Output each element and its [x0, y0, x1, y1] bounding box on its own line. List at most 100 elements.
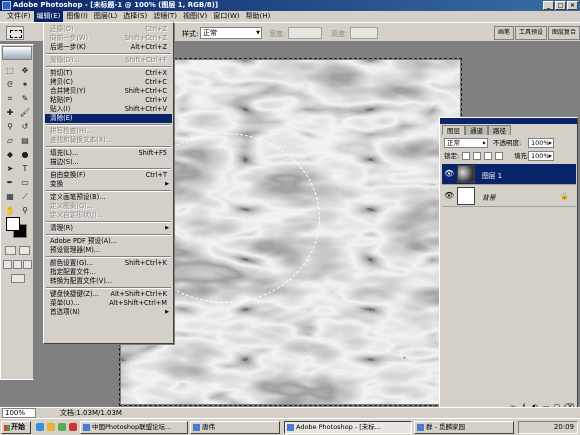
edit-menu-item[interactable]: 键盘快捷键(Z)... Alt+Shift+Ctrl+K	[45, 290, 172, 299]
layers-palette-titlebar[interactable]	[440, 118, 577, 124]
quicklaunch-desktop-icon[interactable]	[58, 423, 66, 431]
tool-preset-picker[interactable]	[6, 26, 24, 40]
menu-help[interactable]: 帮助(H)	[243, 11, 274, 22]
eye-icon[interactable]: 👁	[444, 191, 454, 200]
edit-menu-item[interactable]: 变换 ▶	[45, 180, 172, 189]
menu-window[interactable]: 窗口(W)	[210, 11, 242, 22]
edit-menu-item[interactable]: 合并拷贝(Y) Shift+Ctrl+C	[45, 87, 172, 96]
document-info[interactable]: 文档:1.03M/1.03M	[60, 408, 122, 418]
menu-edit[interactable]: 编辑(E)	[33, 11, 64, 22]
quick-mask-mode-button[interactable]	[19, 246, 30, 255]
maximize-button[interactable]: □	[555, 1, 566, 10]
jump-to-imageready-button[interactable]	[11, 274, 25, 283]
edit-menu-item[interactable]: 定义画笔预设(B)...	[45, 193, 172, 202]
menu-select[interactable]: 选择(S)	[120, 11, 150, 22]
path-selection-tool-icon[interactable]: ➤	[3, 163, 17, 175]
lasso-tool-icon[interactable]: ᘓ	[3, 79, 17, 91]
close-button[interactable]: ×	[567, 1, 578, 10]
task-tangwei[interactable]: 唐伟	[190, 421, 280, 434]
menu-layer[interactable]: 图层(L)	[91, 11, 120, 22]
edit-menu-item[interactable]: Adobe PDF 预设(A)...	[45, 237, 172, 246]
palette-tab-brushes[interactable]: 画笔	[493, 26, 514, 40]
eyedropper-tool-icon[interactable]: ⟋	[18, 191, 32, 203]
lock-image-checkbox[interactable]	[473, 152, 481, 160]
edit-menu-item[interactable]: 颜色设置(G)... Shift+Ctrl+K	[45, 259, 172, 268]
pen-tool-icon[interactable]: ✒	[3, 177, 17, 189]
task-forum-browser[interactable]: 中国Photoshop联盟论坛...	[80, 421, 188, 434]
blur-tool-icon[interactable]: ◆	[3, 149, 17, 161]
edit-menu-item[interactable]: 粘贴(P) Ctrl+V	[45, 96, 172, 105]
edit-menu-item[interactable]: 菜单(U)... Alt+Shift+Ctrl+M	[45, 299, 172, 308]
edit-menu-item[interactable]: 剪切(T) Ctrl+X	[45, 69, 172, 78]
menu-view[interactable]: 视图(V)	[180, 11, 210, 22]
slice-tool-icon[interactable]: ✎	[18, 93, 32, 105]
notes-tool-icon[interactable]: ▦	[3, 191, 17, 203]
edit-menu-item[interactable]: 预设管理器(M)...	[45, 246, 172, 255]
edit-menu-item[interactable]: 首选项(N) ▶	[45, 308, 172, 317]
tab-paths[interactable]: 路径	[488, 125, 511, 135]
standard-mode-button[interactable]	[5, 246, 16, 255]
tab-layers[interactable]: 图层	[442, 125, 465, 135]
marquee-tool-icon[interactable]: ⬚	[3, 65, 17, 77]
minimize-button[interactable]: _	[543, 1, 554, 10]
dodge-tool-icon[interactable]: ●	[18, 149, 32, 161]
task-qq-group[interactable]: 群 - 觅麟家园	[414, 421, 514, 434]
shape-tool-icon[interactable]: ▭	[18, 177, 32, 189]
edit-menu-item[interactable]: 指定配置文件...	[45, 268, 172, 277]
hand-tool-icon[interactable]: ✋	[3, 205, 17, 217]
edit-menu-item[interactable]: 填充(L)... Shift+F5	[45, 149, 172, 158]
quicklaunch-app-icon[interactable]	[69, 423, 77, 431]
quicklaunch-ie-icon[interactable]	[36, 423, 44, 431]
healing-brush-tool-icon[interactable]: ✚	[3, 107, 17, 119]
clock[interactable]: 20:09	[554, 423, 574, 431]
crop-tool-icon[interactable]: ⌗	[3, 93, 17, 105]
move-tool-icon[interactable]: ✥	[18, 65, 32, 77]
screen-mode-standard-button[interactable]	[3, 260, 12, 269]
edit-menu-item[interactable]: 后退一步(K) Alt+Ctrl+Z	[45, 43, 172, 52]
edit-menu-item[interactable]: 拷贝(C) Ctrl+C	[45, 78, 172, 87]
edit-menu-item[interactable]: 转换为配置文件(V)...	[45, 277, 172, 286]
photoshop-app-icon[interactable]	[2, 1, 11, 10]
edit-menu-item[interactable]: 描边(S)...	[45, 158, 172, 167]
layer-name[interactable]: 背景	[482, 192, 496, 202]
menu-image[interactable]: 图像(I)	[63, 11, 91, 22]
start-button[interactable]: 开始	[1, 421, 31, 434]
eraser-tool-icon[interactable]: ▱	[3, 135, 17, 147]
layer-row-background[interactable]: 👁 背景 🔒	[442, 186, 576, 207]
gradient-tool-icon[interactable]: ▤	[18, 135, 32, 147]
layer-name[interactable]: 图层 1	[482, 170, 502, 180]
eye-icon[interactable]: 👁	[444, 169, 454, 178]
edit-menu-item[interactable]: 贴入(I) Shift+Ctrl+V	[45, 105, 172, 114]
zoom-tool-icon[interactable]: ⚲	[18, 205, 32, 217]
tab-channels[interactable]: 通道	[465, 125, 488, 135]
menu-filter[interactable]: 滤镜(T)	[150, 11, 180, 22]
height-input[interactable]	[350, 27, 378, 39]
magic-wand-tool-icon[interactable]: ✶	[18, 79, 32, 91]
foreground-color-swatch[interactable]	[6, 217, 20, 231]
fill-input[interactable]: 100%	[528, 151, 554, 161]
edit-menu-item[interactable]: 自由变换(F) Ctrl+T	[45, 171, 172, 180]
edit-menu-item[interactable]: 清理(R) ▶	[45, 224, 172, 233]
palette-tab-tool-presets[interactable]: 工具预设	[514, 26, 547, 40]
task-photoshop[interactable]: Adobe Photoshop - [未标...	[284, 421, 412, 434]
blend-mode-select[interactable]: 正常	[444, 138, 488, 148]
edit-menu-item[interactable]: 清除(E)	[45, 114, 172, 123]
style-select[interactable]: 正常	[200, 27, 262, 39]
brush-tool-icon[interactable]: 🖌	[18, 107, 32, 119]
zoom-level-field[interactable]: 100%	[2, 408, 36, 418]
lock-transparency-checkbox[interactable]	[462, 152, 470, 160]
palette-tab-layer-comps[interactable]: 图层复合	[547, 26, 580, 40]
adobe-online-icon[interactable]	[2, 46, 32, 60]
screen-mode-full-menu-button[interactable]	[13, 260, 22, 269]
history-brush-tool-icon[interactable]: ↺	[18, 121, 32, 133]
clone-stamp-tool-icon[interactable]: ⚲	[3, 121, 17, 133]
lock-position-checkbox[interactable]	[484, 152, 492, 160]
opacity-input[interactable]: 100%	[528, 138, 554, 148]
quicklaunch-folder-icon[interactable]	[47, 423, 55, 431]
type-tool-icon[interactable]: T	[18, 163, 32, 175]
lock-all-checkbox[interactable]	[495, 152, 503, 160]
width-input[interactable]	[288, 27, 322, 39]
screen-mode-full-button[interactable]	[23, 260, 32, 269]
menu-file[interactable]: 文件(F)	[4, 11, 34, 22]
layer-row-layer-1[interactable]: 👁 图层 1	[442, 164, 576, 185]
